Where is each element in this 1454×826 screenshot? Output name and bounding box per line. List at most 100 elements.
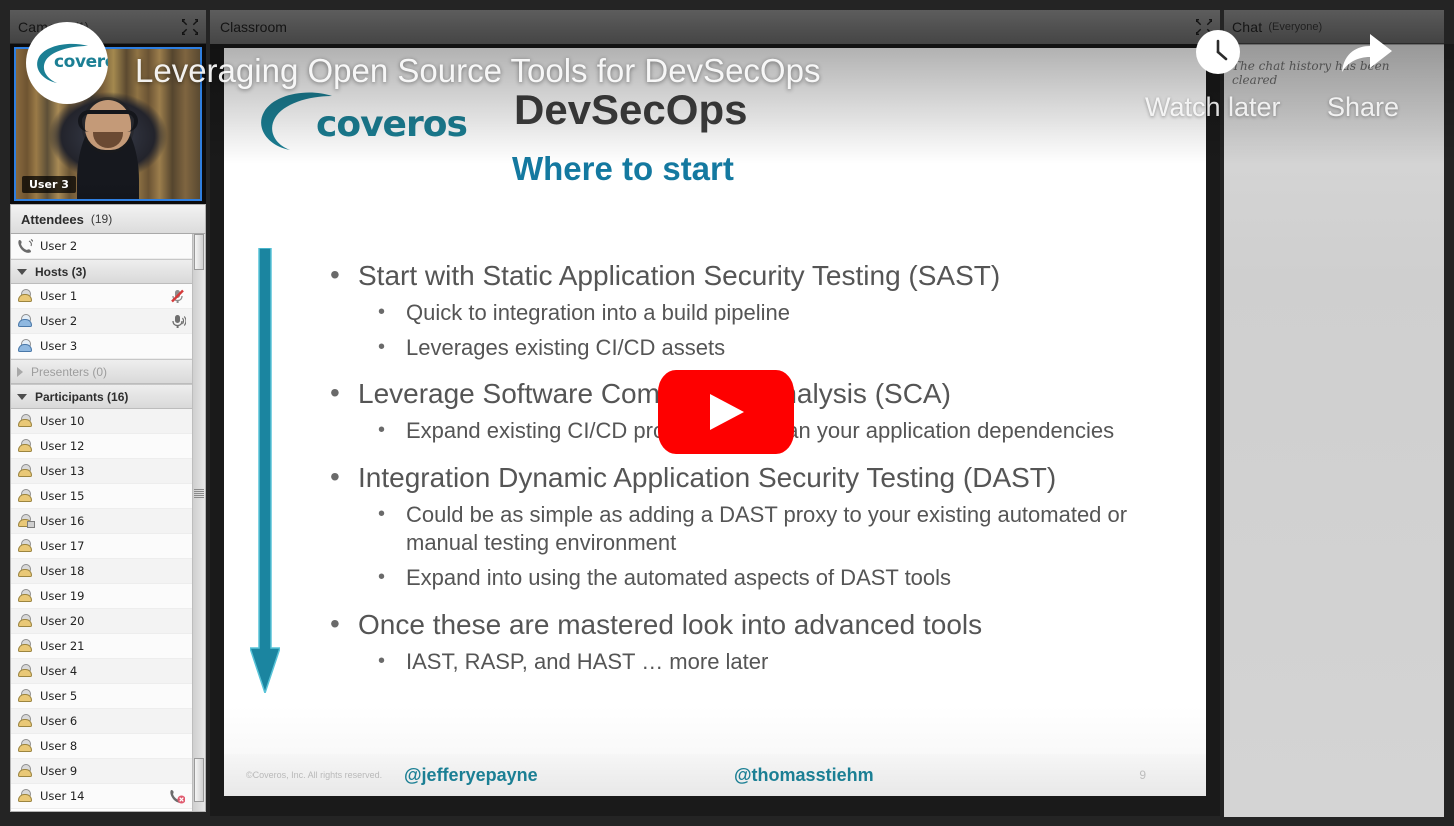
attendee-self-row[interactable]: User 2 <box>11 234 194 259</box>
attendee-group-label: Participants (16) <box>35 389 129 404</box>
phone-icon <box>17 238 35 254</box>
bullet-text: Start with Static Application Security T… <box>358 260 1001 291</box>
bullet-dot-icon: • <box>378 419 386 442</box>
bullet-dot-icon: • <box>378 335 386 358</box>
attendee-row[interactable]: User 1 <box>11 284 194 309</box>
avatar-icon <box>17 438 33 454</box>
attendee-row[interactable]: User 12 <box>11 434 194 459</box>
attendee-name: User 20 <box>40 614 85 628</box>
avatar-icon <box>17 788 33 804</box>
bullet-dot-icon: • <box>330 377 340 409</box>
bullet-dot-icon: • <box>378 649 386 672</box>
attendee-group-header[interactable]: Participants (16) <box>11 384 194 409</box>
coveros-logo-text: coveros <box>316 104 468 145</box>
chevron-down-icon[interactable] <box>17 268 27 275</box>
chevron-down-icon[interactable] <box>17 393 27 400</box>
attendee-row[interactable]: User 19 <box>11 584 194 609</box>
attendee-name: User 16 <box>40 514 85 528</box>
classroom-panel-header: Classroom <box>210 10 1220 44</box>
bullet-text: Quick to integration into a build pipeli… <box>406 300 791 325</box>
bullet-text: Leverages existing CI/CD assets <box>406 334 726 360</box>
chat-panel-header: Chat (Everyone) <box>1224 10 1444 44</box>
attendee-name: User 10 <box>40 414 85 428</box>
chevron-right-icon[interactable] <box>17 366 23 377</box>
play-button-icon[interactable] <box>658 370 794 454</box>
avatar-screen-icon <box>17 513 35 529</box>
bullet-text: IAST, RASP, and HAST … more later <box>406 648 769 674</box>
slide-brand: DevSecOps <box>514 86 748 133</box>
attendee-row[interactable]: User 2 <box>11 309 194 334</box>
slide-bullet-level-2: • Leverages existing CI/CD assets <box>330 334 1160 363</box>
attendee-row[interactable]: User 3 <box>11 334 194 359</box>
scrollbar-thumb-top[interactable] <box>194 234 204 270</box>
bullet-dot-icon: • <box>330 607 340 639</box>
chat-panel: Chat (Everyone) The chat history has bee… <box>1224 10 1444 817</box>
attendee-row[interactable]: User 6 <box>11 709 194 734</box>
coveros-logo: coveros <box>256 90 468 152</box>
attendee-row[interactable]: User 15 <box>11 484 194 509</box>
avatar-icon <box>17 288 33 304</box>
watch-later-label[interactable]: Watch later <box>1145 92 1281 123</box>
avatar-icon <box>17 613 33 629</box>
avatar-icon <box>17 663 33 679</box>
attendee-row[interactable]: User 21 <box>11 634 194 659</box>
coveros-logo-icon[interactable]: coveros <box>26 22 108 104</box>
slide-handle-2: @thomasstiehm <box>734 764 874 785</box>
attendees-list[interactable]: User 2 Hosts (3) User 1 User 2 User 3 Present… <box>10 234 206 812</box>
scrollbar-thumb-bottom[interactable] <box>194 758 204 802</box>
bullet-text: Once these are mastered look into advanc… <box>358 608 983 640</box>
share-label[interactable]: Share <box>1327 92 1399 123</box>
share-arrow-icon[interactable] <box>1338 30 1394 76</box>
left-sidebar: Camera (1) User 3 <box>10 10 206 816</box>
avatar-icon <box>17 538 33 554</box>
fullscreen-icon[interactable] <box>181 18 199 36</box>
mic-active-icon[interactable] <box>169 313 187 330</box>
attendee-name: User 14 <box>40 789 85 803</box>
attendee-name: User 21 <box>40 639 85 653</box>
attendee-row[interactable]: User 13 <box>11 459 194 484</box>
slide-bullet-level-1: • Once these are mastered look into advan… <box>330 607 1160 642</box>
attendee-row[interactable]: User 5 <box>11 684 194 709</box>
bullet-dot-icon: • <box>330 259 340 290</box>
bullet-dot-icon: • <box>378 301 386 323</box>
avatar-icon <box>17 638 33 654</box>
clock-icon[interactable] <box>1196 30 1240 74</box>
avatar-icon <box>17 463 33 479</box>
avatar-icon <box>17 738 33 754</box>
avatar-icon <box>17 338 33 354</box>
attendee-row[interactable]: User 8 <box>11 734 194 759</box>
mic-muted-icon[interactable] <box>169 288 186 305</box>
slide-bullet-level-2: • IAST, RASP, and HAST … more later <box>330 648 1160 677</box>
meeting-app-window: Camera (1) User 3 <box>0 0 1454 826</box>
down-arrow-icon <box>248 247 282 696</box>
attendee-row[interactable]: User 16 <box>11 509 194 534</box>
attendee-row[interactable]: User 9 <box>11 759 194 784</box>
attendee-name: User 17 <box>40 539 85 553</box>
attendee-group-header[interactable]: Hosts (3) <box>11 259 194 284</box>
attendee-row[interactable]: User 20 <box>11 609 194 634</box>
avatar-icon <box>17 563 33 579</box>
attendee-row[interactable]: User 10 <box>11 409 194 434</box>
attendee-row[interactable]: User 17 <box>11 534 194 559</box>
slide-bullet-level-1: • Start with Static Application Security … <box>330 258 1160 293</box>
scrollbar-grip[interactable] <box>194 488 204 498</box>
attendee-group-label: Hosts (3) <box>35 264 87 279</box>
attendee-row[interactable]: User 18 <box>11 559 194 584</box>
slide-footer: ©Coveros, Inc. All rights reserved. @jef… <box>224 754 1206 796</box>
attendee-row[interactable]: User 14 <box>11 784 194 809</box>
phone-hangup-icon[interactable] <box>169 788 186 805</box>
attendee-name: User 4 <box>40 664 78 678</box>
attendees-scrollbar[interactable] <box>192 234 205 811</box>
slide-bullet-level-2: • Quick to integration into a build pipel… <box>330 299 1160 328</box>
slide-title: Where to start <box>512 150 734 187</box>
avatar-icon <box>17 713 33 729</box>
attendees-count: (19) <box>90 212 113 226</box>
attendee-row[interactable]: User 4 <box>11 659 194 684</box>
attendee-group-header[interactable]: Presenters (0) <box>11 359 194 384</box>
youtube-video-title[interactable]: Leveraging Open Source Tools for DevSecO… <box>135 52 820 90</box>
chat-message-area[interactable]: The chat history has been cleared <box>1224 44 1444 817</box>
chat-system-message: The chat history has been cleared <box>1232 59 1390 87</box>
attendee-name: User 8 <box>40 739 78 753</box>
attendee-name: User 1 <box>40 289 78 303</box>
attendee-name: User 6 <box>40 714 78 728</box>
